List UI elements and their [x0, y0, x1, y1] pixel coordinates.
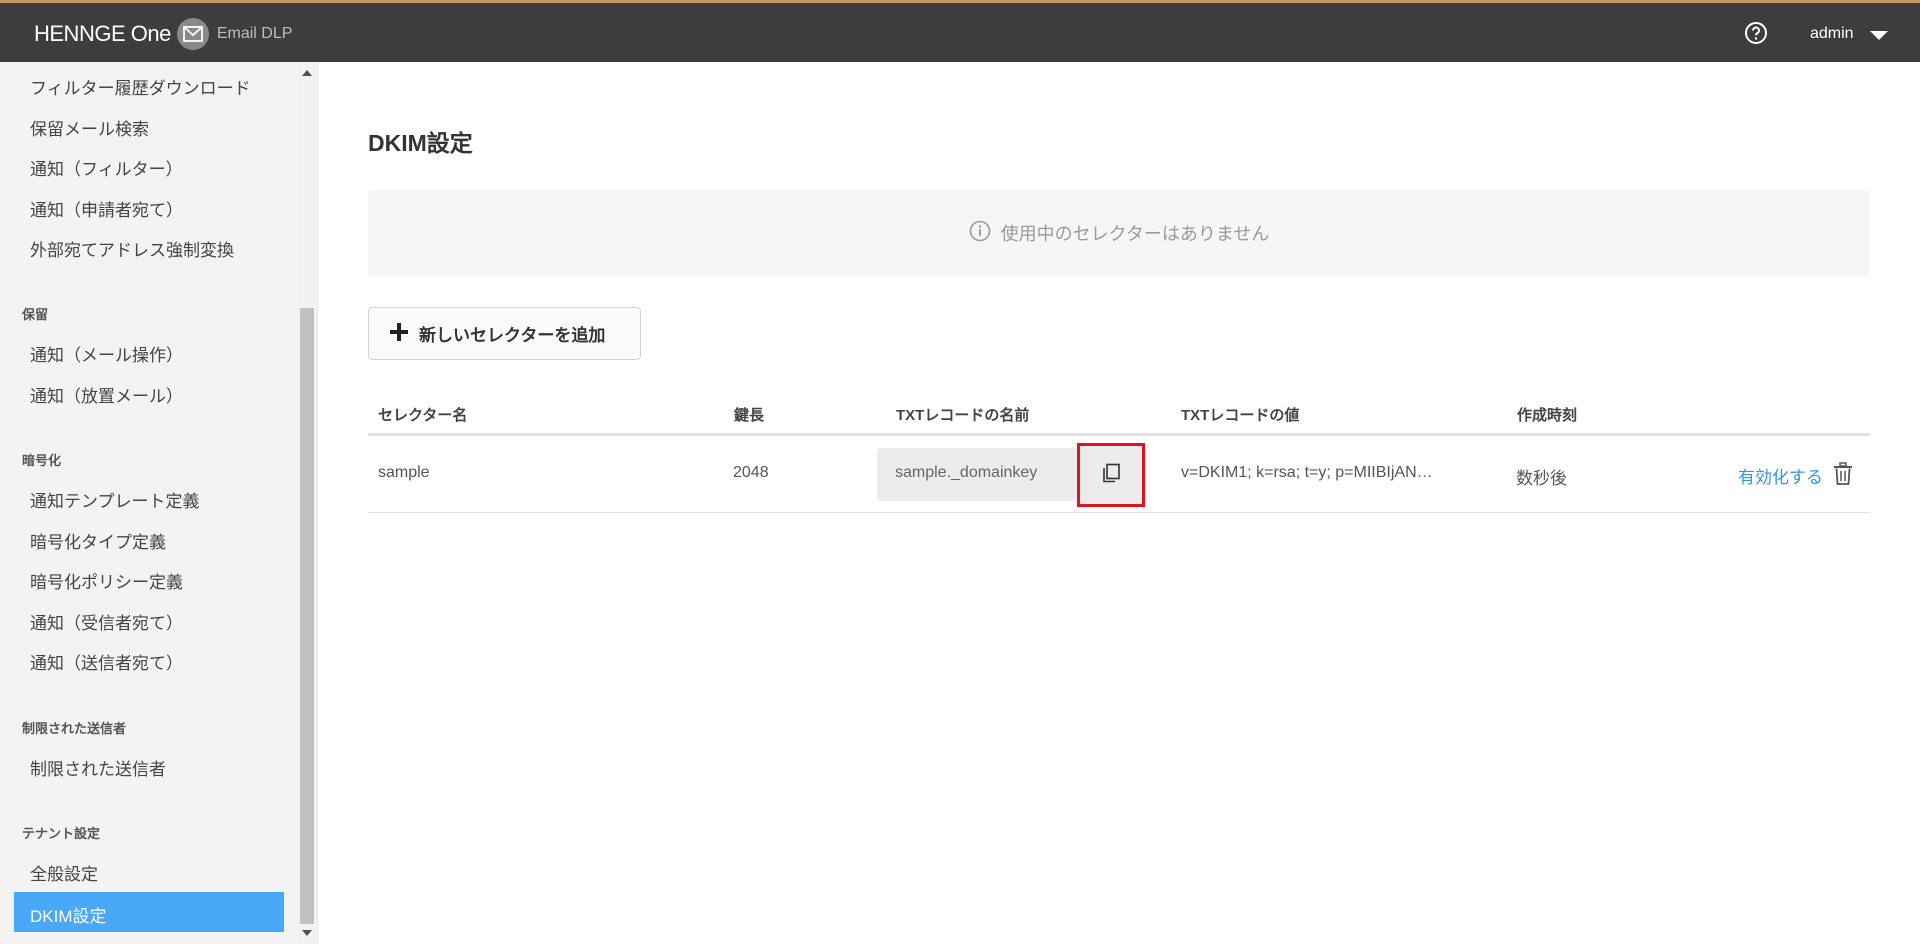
sidebar-item-general-settings[interactable]: 全般設定	[30, 860, 98, 885]
sidebar-item-notify-idle-mail[interactable]: 通知（放置メール）	[30, 382, 183, 407]
sidebar-scrollbar-thumb[interactable]	[300, 308, 314, 924]
table-header-divider	[368, 433, 1870, 436]
top-bar: HENNGE One Email DLP admin	[0, 0, 1920, 62]
help-icon[interactable]	[1744, 21, 1768, 45]
trash-icon[interactable]	[1832, 462, 1854, 486]
scroll-up-arrow-icon[interactable]	[302, 70, 312, 76]
sidebar-group-restricted-senders: 制限された送信者	[22, 721, 127, 736]
add-selector-button[interactable]: 新しいセレクターを追加	[368, 307, 641, 360]
product-name: Email DLP	[216, 25, 293, 42]
column-header-txt-value: TXTレコードの値	[1181, 407, 1300, 424]
sidebar-item-encryption-policy[interactable]: 暗号化ポリシー定義	[30, 568, 183, 593]
chevron-down-icon[interactable]	[1870, 31, 1888, 40]
sidebar-group-encryption: 暗号化	[22, 453, 62, 468]
sidebar-group-hold: 保留	[22, 307, 49, 322]
enable-selector-link[interactable]: 有効化する	[1738, 463, 1823, 488]
page-title: DKIM設定	[368, 130, 473, 156]
column-header-selector: セレクター名	[378, 407, 468, 424]
sidebar-item-filter-history[interactable]: フィルター履歴ダウンロード	[30, 74, 251, 99]
txt-record-name-field[interactable]: sample._domainkey	[877, 448, 1079, 501]
cell-txt-value: v=DKIM1; k=rsa; t=y; p=MIIBIjAN…	[1181, 464, 1433, 481]
sidebar-item-notify-filter[interactable]: 通知（フィルター）	[30, 155, 183, 180]
brand-name: HENNGE One	[34, 21, 171, 46]
copy-txt-name-button[interactable]	[1077, 443, 1145, 507]
column-header-key-length: 鍵長	[734, 407, 765, 424]
sidebar-item-restricted-senders[interactable]: 制限された送信者	[30, 755, 166, 780]
cell-created: 数秒後	[1516, 469, 1567, 488]
sidebar-item-address-convert[interactable]: 外部宛てアドレス強制変換	[30, 236, 234, 261]
sidebar-item-notify-applicant[interactable]: 通知（申請者宛て）	[30, 196, 183, 221]
sidebar-item-notify-recipient[interactable]: 通知（受信者宛て）	[30, 609, 183, 634]
user-menu-name[interactable]: admin	[1810, 25, 1854, 43]
sidebar-item-notify-mail-action[interactable]: 通知（メール操作）	[30, 341, 183, 366]
scroll-down-arrow-icon[interactable]	[302, 930, 312, 936]
cell-key-length: 2048	[733, 464, 769, 481]
sidebar-item-held-mail-search[interactable]: 保留メール検索	[30, 115, 149, 140]
table-row-divider	[368, 512, 1870, 513]
column-header-created: 作成時刻	[1517, 407, 1578, 424]
sidebar-item-notify-template[interactable]: 通知テンプレート定義	[30, 487, 200, 512]
copy-icon	[1100, 462, 1122, 488]
brand-logo[interactable]: HENNGE One Email DLP	[34, 18, 293, 50]
add-selector-label: 新しいセレクターを追加	[419, 326, 606, 345]
sidebar-group-tenant-settings: テナント設定	[22, 826, 101, 841]
info-icon	[969, 220, 991, 246]
sidebar-item-notify-sender[interactable]: 通知（送信者宛て）	[30, 649, 183, 674]
sidebar-item-dkim-settings[interactable]: DKIM設定	[14, 892, 284, 932]
empty-selector-notice: 使用中のセレクターはありません	[368, 190, 1870, 276]
sidebar-item-encryption-type[interactable]: 暗号化タイプ定義	[30, 528, 166, 553]
plus-icon	[389, 322, 409, 346]
mail-icon	[176, 18, 209, 50]
empty-message: 使用中のセレクターはありません	[1000, 224, 1270, 244]
cell-selector: sample	[378, 464, 430, 481]
column-header-txt-name: TXTレコードの名前	[896, 407, 1030, 424]
